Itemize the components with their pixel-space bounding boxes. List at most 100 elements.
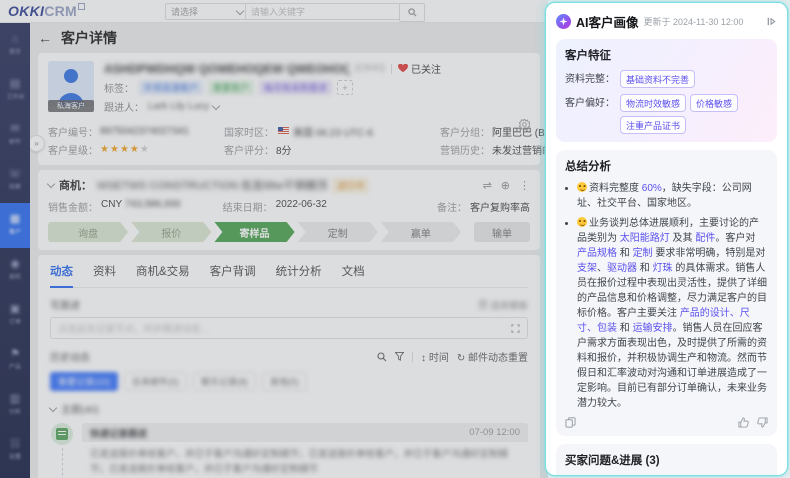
nav-label: 邮件	[9, 139, 21, 146]
summary-title: 总结分析	[565, 161, 611, 173]
nav-label: 首页	[9, 49, 21, 56]
filter-chip-1[interactable]: 往来邮件(5)	[124, 372, 188, 391]
more-icon[interactable]: ⋮	[519, 179, 530, 192]
nav-icon: ▣	[9, 303, 21, 315]
activity-group-row[interactable]: 主题(40)	[48, 401, 528, 416]
collapse-icon[interactable]	[46, 179, 56, 189]
detail-panel: 动态 资料 商机&交易 客户背调 统计分析 文档 写跟进 选择模板 点击此处记录节点，同步…	[38, 255, 540, 478]
customer-code-value: 8975042374027341	[100, 125, 189, 137]
filter-chip-0[interactable]: 重要记录(10)	[50, 372, 119, 391]
timezone-value: 美国 06:23 UTC-6	[293, 127, 374, 139]
smiley-emoji-icon	[577, 217, 587, 227]
buyer-question-item: 买家问题 2024-04-27 查看聊天旅程 买家要求分期支付定金，并询问是否有…	[565, 475, 768, 476]
search-button[interactable]	[399, 3, 425, 22]
followup-title: 写跟进	[50, 301, 80, 312]
score-value: 8分	[276, 145, 292, 157]
sidebar-item-9[interactable]: ☷ 设置	[0, 428, 30, 473]
nav-label: 客户	[9, 229, 21, 236]
page-title: 客户详情	[61, 30, 117, 46]
followup-input[interactable]: 点击此处记录节点，同步跟进动态…	[50, 317, 528, 339]
nav-label: 线索	[9, 184, 21, 191]
sidebar-item-4[interactable]: ▦ 客户	[0, 203, 30, 248]
nav-label: 设置	[9, 454, 21, 461]
sidebar-item-8[interactable]: ▥ 分析	[0, 383, 30, 428]
reset-activity[interactable]: ↻ 邮件动态重置	[457, 349, 528, 364]
search-scope-select[interactable]: 请选择	[165, 3, 249, 20]
nav-icon: ✉	[10, 123, 20, 135]
customer-tag: 重要客户	[208, 80, 255, 95]
feature-tag: 价格敏感	[690, 94, 739, 112]
chevron-down-icon	[235, 6, 245, 15]
swap-icon[interactable]: ⇌	[483, 179, 492, 192]
timeline-card[interactable]: 快递记录跟进 07-09 12:00 已发送报价单给客户，并已于客户沟通好定制细…	[82, 423, 528, 478]
follow-toggle[interactable]: 已关注	[398, 61, 441, 76]
follower-label: 跟进人：	[104, 103, 144, 114]
filter-chip-3[interactable]: 其他(5)	[262, 372, 308, 391]
thumbs-down-icon[interactable]	[757, 417, 768, 428]
timeline-item: 快递记录跟进 07-09 12:00 已发送报价单给客户，并已于客户沟通好定制细…	[50, 423, 528, 478]
follower-names: Lark Lily Lucy	[148, 101, 210, 112]
gear-icon	[519, 119, 530, 130]
customer-code: (CKKI)	[355, 63, 385, 74]
search-input[interactable]: 请输入关键字	[245, 3, 405, 20]
buyer-progress-card: 买家问题&进展 (3) 买家问题 2024-04-27 查看聊天旅程 买家要求分…	[556, 444, 777, 476]
summary-analysis-card: 总结分析 资料完整度 60%，缺失字段：公司网址、社交平台、国家地区。业务谈判总…	[556, 150, 777, 436]
star-rating: ★★★★★	[100, 143, 150, 155]
filter-chip-2[interactable]: 聊天记录(8)	[193, 372, 257, 391]
customer-tag: 外贸高潜客户	[139, 80, 204, 95]
sidebar-item-1[interactable]: ▤ 工作台	[0, 68, 30, 113]
sidebar-item-6[interactable]: ▣ 订单	[0, 293, 30, 338]
filter-icon[interactable]	[395, 352, 405, 361]
search-icon[interactable]	[377, 351, 387, 362]
copy-icon[interactable]	[565, 417, 576, 428]
customer-tag: 每月有采购需求	[259, 80, 333, 95]
sidebar-item-5[interactable]: ◉ 商机	[0, 248, 30, 293]
smiley-emoji-icon	[577, 182, 587, 192]
features-title: 客户特征	[565, 50, 611, 62]
template-picker[interactable]: 选择模板	[479, 298, 528, 312]
thumbs-up-icon[interactable]	[738, 417, 749, 428]
timeline-time: 07-09 12:00	[469, 427, 520, 438]
stage-寄样品: 寄样品	[214, 222, 294, 242]
tab-5[interactable]: 文档	[342, 263, 365, 287]
customer-name: ASHDPWDHQW QOWEHOQEW QWEOHOQEW	[104, 61, 349, 76]
nav-label: 商机	[9, 274, 21, 281]
sidebar-item-7[interactable]: ⚑ 产品	[0, 338, 30, 383]
nav-icon: ⚑	[10, 348, 20, 360]
tab-3[interactable]: 客户背调	[210, 263, 256, 287]
ai-customer-profile-panel: AI客户画像 更新于 2024-11-30 12:00 客户特征 资料完整： 基础…	[545, 2, 788, 476]
sidebar-item-3[interactable]: ☏ 线索	[0, 158, 30, 203]
sidebar-item-0[interactable]: ⌂ 首页	[0, 23, 30, 68]
stage-询盘: 询盘	[48, 222, 128, 242]
tab-4[interactable]: 统计分析	[276, 263, 322, 287]
add-tag-button[interactable]: +	[337, 80, 354, 95]
settings-button[interactable]	[519, 119, 530, 130]
sidebar-item-2[interactable]: ✉ 邮件	[0, 113, 30, 158]
app-root: OKKICRM 请选择 请输入关键字 ⌂ 首页 ▤ 工作台 ✉ 邮件 ☏ 线索 ▦ 客户 ◉ 商机 ▣ 订…	[0, 0, 790, 478]
summary-bullets: 资料完整度 60%，缺失字段：公司网址、社交平台、国家地区。业务谈判总体进展顺利…	[565, 181, 768, 411]
tab-0[interactable]: 动态	[50, 263, 73, 288]
expand-fullscreen-icon[interactable]	[511, 323, 520, 333]
nav-icon: ⌂	[11, 33, 19, 45]
activity-type-icon	[51, 423, 73, 445]
tab-1[interactable]: 资料	[93, 263, 116, 287]
chevron-down-icon[interactable]	[211, 101, 221, 110]
target-icon[interactable]: ⊕	[501, 179, 510, 192]
buyer-title: 买家问题&进展 (3)	[565, 455, 660, 467]
tags-label: 标签：	[104, 84, 134, 95]
stage-赢单: 赢单	[381, 222, 461, 242]
detail-tabs: 动态 资料 商机&交易 客户背调 统计分析 文档	[50, 263, 528, 288]
nav-label: 产品	[9, 364, 21, 371]
collapse-right-icon	[767, 17, 776, 26]
feature-row: 资料完整： 基础资料不完善	[565, 70, 768, 88]
stage-定制: 定制	[298, 222, 378, 242]
feature-row: 客户偏好： 物流时效敏感 价格敏感 注重产品证书	[565, 94, 768, 134]
opportunity-name: WSETWS CONSTRUCTION 批发88w干钢棚顶	[97, 180, 328, 192]
back-icon[interactable]: ←	[38, 30, 52, 46]
tab-2[interactable]: 商机&交易	[136, 263, 190, 287]
opportunity-label: 商机：	[59, 180, 92, 192]
amount-value: 743,586,000	[125, 199, 181, 210]
page-header: ← 客户详情	[38, 23, 540, 53]
sort-by-time[interactable]: ↕ 时间	[421, 349, 449, 364]
panel-collapse-button[interactable]	[766, 16, 777, 27]
